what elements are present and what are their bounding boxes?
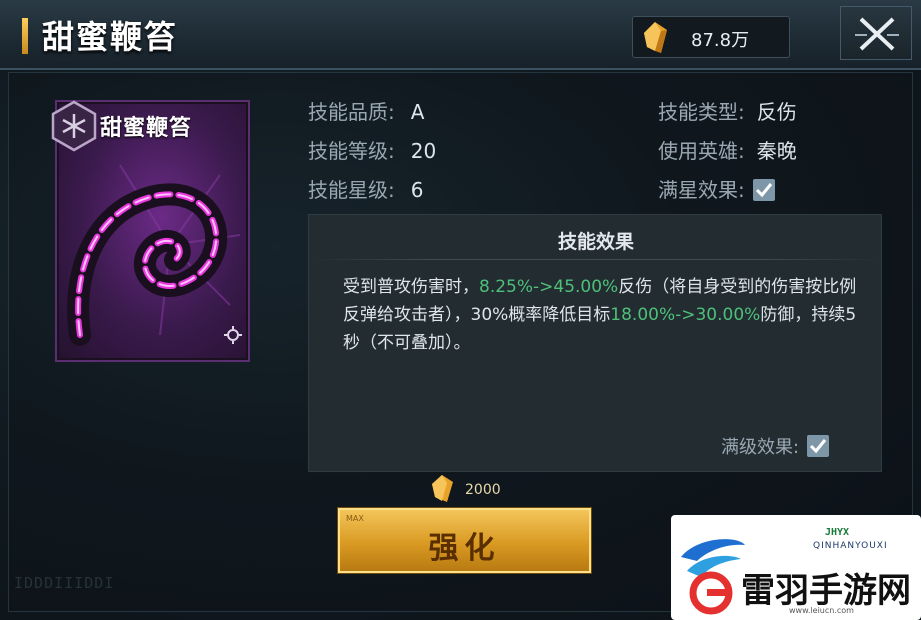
effect-title: 技能效果 — [557, 231, 634, 253]
hero-row: 使用英雄: 秦晚 — [658, 135, 797, 164]
max-level-label: 满级效果: — [721, 437, 800, 458]
site-brand-pinyin: QINHANYOUXI — [813, 541, 888, 551]
skill-detail-panel: 甜蜜鞭笞 87.8万 甜蜜鞭笞 技能品质: A 技能等级: 20 技能星级: 6… — [0, 0, 921, 620]
type-value: 反伤 — [756, 100, 797, 124]
hero-value: 秦晚 — [756, 139, 797, 163]
crystal-icon — [644, 22, 667, 53]
type-label: 技能类型: — [658, 100, 745, 124]
title-bar: 甜蜜鞭笞 87.8万 — [0, 0, 921, 70]
type-row: 技能类型: 反伤 — [658, 96, 797, 125]
currency-value: 87.8万 — [691, 30, 750, 51]
effect-description: 受到普攻伤害时，8.25%->45.00%反伤（将自身受到的伤害按比例反弹给攻击… — [343, 273, 863, 357]
star-label: 技能星级: — [308, 178, 395, 202]
quality-value: A — [410, 100, 425, 124]
level-value: 20 — [410, 139, 437, 163]
full-star-row: 满星效果: — [658, 174, 775, 203]
close-icon — [855, 17, 899, 51]
max-level-checkbox[interactable] — [807, 435, 830, 457]
level-row: 技能等级: 20 — [308, 135, 436, 164]
level-label: 技能等级: — [308, 139, 395, 163]
effect-text-1: 受到普攻伤害时， — [343, 277, 479, 297]
whip-art — [67, 164, 241, 346]
skill-effect-box: 技能效果 受到普攻伤害时，8.25%->45.00%反伤（将自身受到的伤害按比例… — [308, 214, 883, 472]
check-icon — [755, 183, 772, 198]
id-code-text: IDDDIIIDDI — [14, 574, 115, 592]
site-url: www.leiucn.com — [789, 606, 854, 615]
crystal-icon — [432, 475, 453, 502]
quality-label: 技能品质: — [308, 100, 395, 124]
gear-icon — [224, 326, 242, 344]
full-star-checkbox[interactable] — [752, 179, 775, 201]
effect-defense-range: 18.00%->30.00% — [610, 305, 761, 325]
upgrade-button[interactable]: MAX 强化 — [338, 508, 591, 573]
site-name: 雷羽手游网 — [741, 571, 911, 611]
currency-display: 87.8万 — [632, 16, 790, 58]
button-tag: MAX — [346, 514, 364, 523]
star-value: 6 — [410, 178, 424, 202]
star-row: 技能星级: 6 — [308, 174, 423, 203]
effect-reflect-range: 8.25%->45.00% — [479, 277, 619, 297]
title-accent-bar — [22, 18, 28, 54]
site-logo-icon — [681, 539, 745, 615]
upgrade-button-label: 强化 — [428, 531, 501, 566]
check-icon — [810, 439, 827, 454]
site-watermark: JHYX QINHANYOUXI 雷羽手游网 www.leiucn.com — [671, 515, 921, 620]
full-star-label: 满星效果: — [658, 178, 745, 202]
card-name: 甜蜜鞭笞 — [100, 116, 193, 141]
cost-value: 2000 — [465, 482, 501, 498]
hero-label: 使用英雄: — [658, 139, 745, 163]
site-brand-small: JHYX — [825, 527, 850, 538]
max-level-row: 满级效果: — [721, 433, 830, 459]
quality-row: 技能品质: A — [308, 96, 424, 125]
page-title: 甜蜜鞭笞 — [42, 18, 179, 56]
effect-divider — [309, 259, 883, 260]
close-button[interactable] — [840, 6, 912, 60]
